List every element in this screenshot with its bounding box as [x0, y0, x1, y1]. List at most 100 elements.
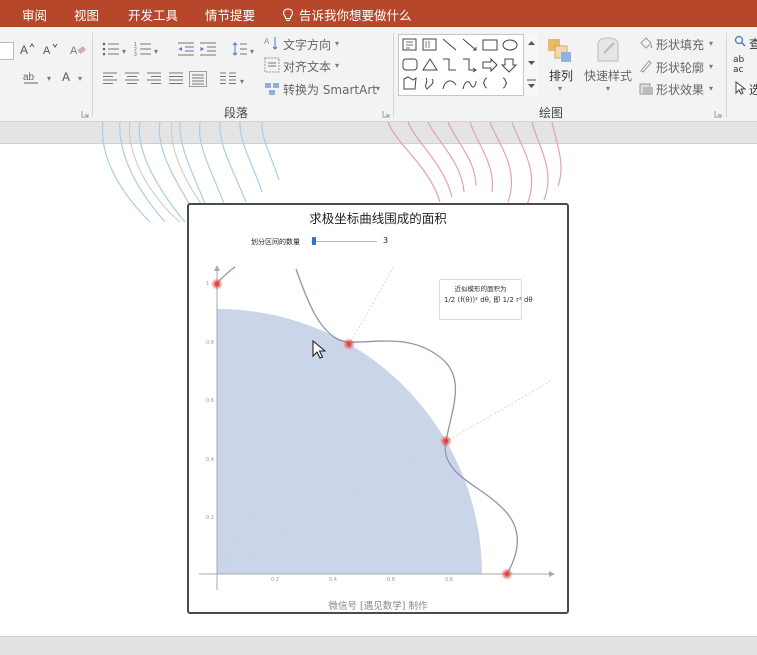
increase-indent-icon[interactable]	[199, 41, 217, 57]
quick-styles-label[interactable]: 快速样式	[584, 67, 632, 84]
shape-effects-dropdown-icon[interactable]: ▾	[709, 84, 713, 93]
shape-fill-icon[interactable]	[638, 35, 654, 51]
ribbon-body: A A A ab ▾ A ▾ ▾ 1 2 3 ▾ ▾ ▾ A 文字方向 ▾ 对齐…	[0, 27, 757, 122]
text-direction-icon[interactable]: A	[264, 35, 280, 51]
svg-text:A: A	[43, 45, 51, 57]
x-axis-arrow	[549, 571, 555, 577]
smartart-dropdown-icon[interactable]: ▾	[376, 84, 380, 93]
columns-dropdown-icon[interactable]: ▾	[240, 77, 244, 86]
svg-text:3: 3	[134, 52, 137, 57]
svg-text:A: A	[70, 45, 78, 57]
numbering-icon[interactable]: 1 2 3	[134, 41, 152, 57]
sample-point	[505, 572, 509, 576]
arrange-icon[interactable]	[546, 37, 574, 65]
align-left-icon[interactable]	[102, 72, 118, 86]
line-spacing-dropdown-icon[interactable]: ▾	[250, 47, 254, 56]
sample-point	[444, 439, 448, 443]
replace-icon-sub: ac	[733, 65, 744, 75]
select-label[interactable]: 选	[749, 81, 757, 98]
font-size-box[interactable]	[0, 42, 14, 60]
tell-me-search[interactable]: 告诉我你想要做什么	[282, 5, 412, 24]
align-text-icon[interactable]	[264, 57, 280, 73]
replace-icon[interactable]: ab	[733, 55, 744, 65]
find-icon[interactable]	[734, 35, 746, 49]
polar-plot	[199, 264, 555, 590]
notes-strip	[0, 636, 757, 655]
shape-fill-label[interactable]: 形状填充	[656, 36, 704, 53]
lightbulb-icon	[282, 7, 294, 21]
convert-smartart-label[interactable]: 转换为 SmartArt	[283, 81, 377, 98]
spacing-dropdown-icon[interactable]: ▾	[47, 74, 51, 83]
bullets-dropdown-icon[interactable]: ▾	[122, 47, 126, 56]
group-separator	[393, 33, 394, 117]
paragraph-dialog-launcher-icon[interactable]	[382, 110, 390, 118]
arrange-label[interactable]: 排列	[549, 67, 573, 84]
group-separator	[726, 33, 727, 117]
x-tick-label: 0.4	[329, 577, 337, 583]
mouse-cursor-icon	[312, 340, 326, 359]
shapes-gallery-icons	[402, 38, 518, 90]
font-color-dropdown-icon[interactable]: ▾	[78, 74, 82, 83]
tab-developer[interactable]: 开发工具	[128, 5, 178, 24]
shape-outline-label[interactable]: 形状轮廓	[656, 59, 704, 76]
text-direction-dropdown-icon[interactable]: ▾	[335, 39, 339, 48]
justify-icon[interactable]	[168, 72, 184, 86]
group-separator	[92, 33, 93, 117]
smartart-icon[interactable]	[264, 80, 280, 96]
sample-point	[347, 342, 351, 346]
svg-text:A: A	[20, 43, 28, 57]
numbering-dropdown-icon[interactable]: ▾	[154, 47, 158, 56]
area-formula-legend: 近似模形的面积为 1/2 (f(θ))² dθ, 即 1/2 r² dθ	[439, 279, 533, 320]
paragraph-group-label: 段落	[224, 106, 249, 120]
svg-text:A: A	[264, 37, 270, 46]
tell-me-label: 告诉我你想要做什么	[299, 8, 412, 23]
tab-review[interactable]: 审阅	[22, 5, 47, 24]
shape-effects-label[interactable]: 形状效果	[656, 81, 704, 98]
align-text-dropdown-icon[interactable]: ▾	[335, 61, 339, 70]
clear-format-icon[interactable]: A	[70, 41, 86, 57]
drawing-dialog-launcher-icon[interactable]	[714, 110, 722, 118]
quick-styles-icon[interactable]	[594, 35, 622, 65]
font-dialog-launcher-icon[interactable]	[81, 110, 89, 118]
distributed-icon[interactable]	[189, 71, 207, 87]
svg-text:A: A	[62, 70, 70, 84]
y-tick-label: 0.4	[206, 457, 214, 463]
text-direction-label[interactable]: 文字方向	[283, 36, 331, 53]
sample-point	[215, 282, 219, 286]
find-label[interactable]: 查	[749, 35, 757, 52]
quick-styles-dropdown-icon[interactable]: ▾	[606, 84, 610, 93]
grow-font-icon[interactable]: A	[19, 41, 35, 57]
shapes-gallery-scroll[interactable]	[523, 34, 538, 96]
line-spacing-icon[interactable]	[232, 41, 248, 57]
font-color-icon[interactable]: A	[61, 69, 75, 85]
align-center-icon[interactable]	[124, 72, 140, 86]
polar-area-demo-panel: 求极坐标曲线围成的面积 划分区间的数量 3 0.2 0.4 0.6 0.8 1 …	[187, 203, 569, 614]
align-right-icon[interactable]	[146, 72, 162, 86]
align-text-label[interactable]: 对齐文本	[283, 58, 331, 75]
character-spacing-icon[interactable]: ab	[22, 69, 44, 85]
tab-view[interactable]: 视图	[74, 5, 99, 24]
decrease-indent-icon[interactable]	[177, 41, 195, 57]
svg-text:ab: ab	[23, 72, 35, 83]
columns-icon[interactable]	[219, 72, 237, 86]
bullets-icon[interactable]	[102, 41, 120, 57]
x-tick-label: 0.2	[271, 577, 279, 583]
select-cursor-icon[interactable]	[734, 81, 746, 95]
shrink-font-icon[interactable]: A	[42, 41, 58, 57]
gallery-scroll-arrows-icon	[527, 41, 536, 88]
x-tick-label: 0.6	[387, 577, 395, 583]
shapes-gallery[interactable]	[398, 34, 538, 96]
y-tick-label: 0.2	[206, 515, 214, 521]
legend-formula: 1/2 (f(θ))² dθ, 即 1/2 r² dθ	[444, 296, 533, 304]
y-axis-arrow	[214, 265, 220, 271]
shape-fill-dropdown-icon[interactable]: ▾	[709, 39, 713, 48]
x-tick-label: 0.8	[445, 577, 453, 583]
shape-outline-dropdown-icon[interactable]: ▾	[709, 62, 713, 71]
y-tick-label: 0.8	[206, 340, 214, 346]
drawing-group-label: 绘图	[539, 106, 564, 120]
shape-outline-icon[interactable]	[638, 58, 654, 74]
tab-storyboard[interactable]: 情节提要	[205, 5, 255, 24]
arrange-dropdown-icon[interactable]: ▾	[558, 84, 562, 93]
shape-effects-icon[interactable]	[638, 81, 654, 97]
y-tick-label: 1	[206, 281, 210, 287]
